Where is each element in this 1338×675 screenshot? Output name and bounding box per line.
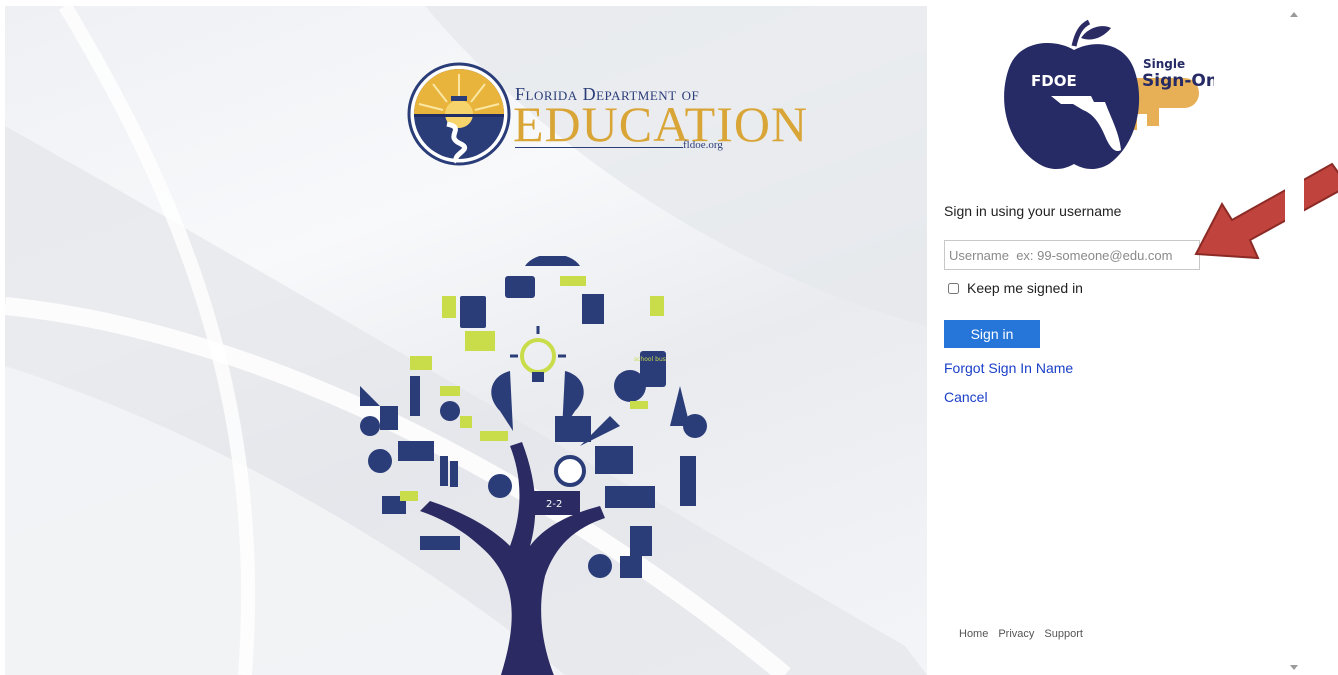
footer-links: Home Privacy Support — [959, 628, 1083, 640]
red-arrow-icon — [1194, 162, 1338, 260]
cancel-link[interactable]: Cancel — [944, 389, 988, 405]
footer-support-link[interactable]: Support — [1044, 628, 1083, 640]
keep-signed-in-checkbox[interactable] — [948, 282, 959, 294]
login-page: Florida Department of EDUCATION fldoe.or… — [0, 0, 1338, 675]
fdoe-abbrev: FDOE — [1031, 72, 1077, 90]
vertical-scrollbar[interactable] — [1285, 0, 1304, 675]
username-input[interactable] — [944, 240, 1200, 270]
keep-signed-in[interactable]: Keep me signed in — [948, 280, 1083, 296]
footer-home-link[interactable]: Home — [959, 628, 988, 640]
scroll-down-icon[interactable] — [1290, 665, 1298, 670]
dept-education-title: EDUCATION — [513, 96, 809, 152]
sso-single-text: Single — [1143, 57, 1185, 71]
school-bus-label: school bus — [634, 356, 666, 363]
footer-privacy-link[interactable]: Privacy — [998, 628, 1034, 640]
dept-website: fldoe.org — [683, 139, 723, 151]
fdoe-seal-icon — [407, 62, 511, 166]
education-tree-illustration: 2-2 school bus — [360, 256, 707, 675]
scroll-up-icon[interactable] — [1290, 12, 1298, 17]
logo-rule — [515, 147, 683, 148]
chalkboard-text: 2-2 — [546, 499, 562, 510]
signin-panel: FDOE Single Sign-On Sign in using your u… — [927, 0, 1285, 675]
hero-panel: Florida Department of EDUCATION fldoe.or… — [5, 6, 927, 675]
fdoe-sso-logo: FDOE Single Sign-On — [1004, 19, 1214, 170]
signin-heading: Sign in using your username — [944, 203, 1122, 219]
forgot-signin-name-link[interactable]: Forgot Sign In Name — [944, 360, 1073, 376]
signin-button[interactable]: Sign in — [944, 320, 1040, 348]
fdoe-logo: Florida Department of EDUCATION fldoe.or… — [407, 62, 807, 172]
sso-signon-text: Sign-On — [1142, 71, 1214, 91]
keep-signed-in-label: Keep me signed in — [967, 280, 1083, 296]
